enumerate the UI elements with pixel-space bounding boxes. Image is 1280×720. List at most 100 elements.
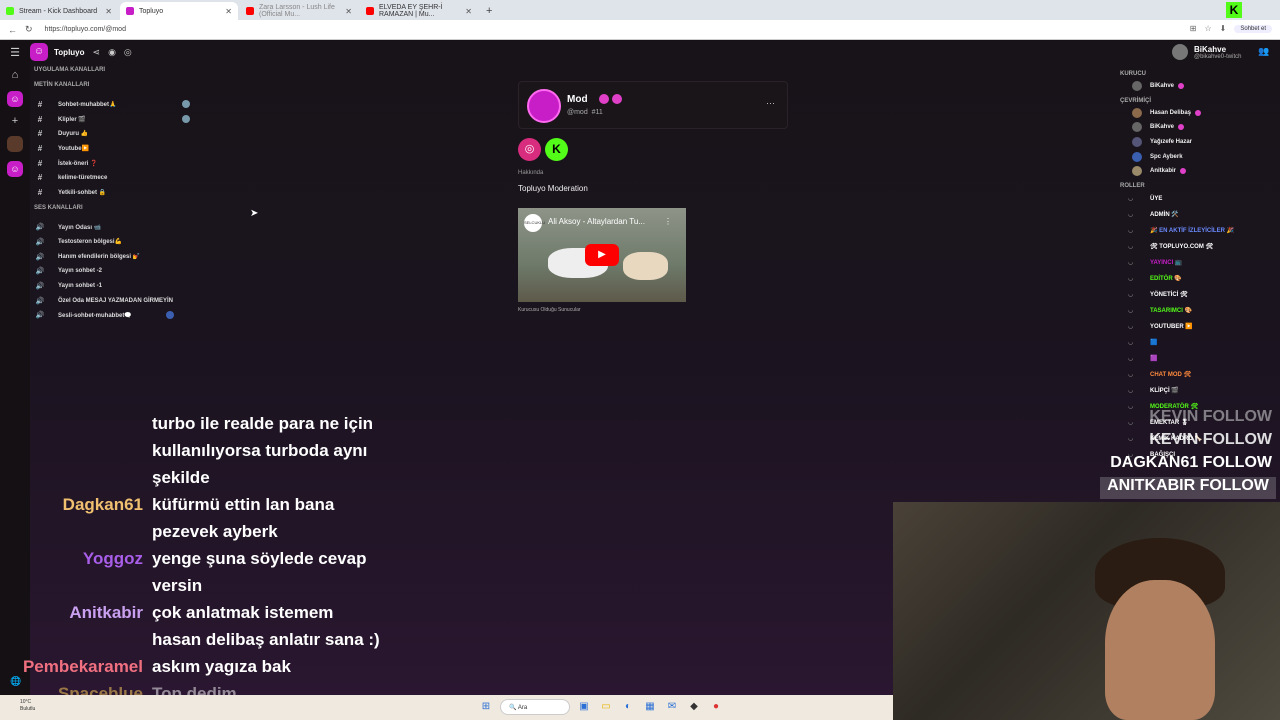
- avatar: [1132, 122, 1142, 133]
- current-user[interactable]: BiKahve @bikahve0-twitch: [1172, 41, 1241, 63]
- about-text: Topluyo Moderation: [518, 184, 588, 193]
- video-embed[interactable]: SELCUKLU Ali Aksoy - Altaylardan Tu... ⋮…: [518, 208, 686, 302]
- settings-icon[interactable]: ◎: [124, 47, 132, 58]
- role-item[interactable]: ◡ CHAT MOD 🛠: [1120, 367, 1280, 383]
- role-item[interactable]: ◡ YAYINCI 📺: [1120, 255, 1280, 271]
- video-more-icon[interactable]: ⋮: [664, 217, 672, 226]
- taskbar-search[interactable]: 🔍 Ara: [500, 699, 570, 715]
- badge-icon: [1195, 109, 1202, 116]
- file-explorer-icon[interactable]: ▭: [598, 699, 614, 715]
- chat-message: hasan delibaş anlatır sana :): [0, 626, 420, 653]
- kick-logo-icon: K: [1226, 2, 1242, 18]
- role-item[interactable]: ◡ TASARIMCI 🎨: [1120, 303, 1280, 319]
- role-item[interactable]: ◡ ÜYE: [1120, 191, 1280, 207]
- voice-channel-item[interactable]: 🔊 Yayın sohbet -1: [30, 279, 190, 294]
- extensions-icon[interactable]: ⊞: [1190, 24, 1197, 33]
- widgets-icon[interactable]: ▣: [576, 699, 592, 715]
- mail-icon[interactable]: ✉: [664, 699, 680, 715]
- role-item[interactable]: ◡ 🛠 TOPLUYO.COM 🛠: [1120, 239, 1280, 255]
- voice-channel-item[interactable]: 🔊 Yayın Odası 📹: [30, 220, 190, 235]
- chat-username: [0, 464, 152, 491]
- server-icon[interactable]: ☺: [7, 161, 23, 177]
- member-item[interactable]: Anitkabir: [1120, 164, 1280, 179]
- close-tab-icon[interactable]: ✕: [465, 7, 472, 16]
- server-icon[interactable]: ☺: [7, 91, 23, 107]
- role-item[interactable]: ◡ YÖNETİCİ 🛠: [1120, 287, 1280, 303]
- shield-icon: ◡: [1128, 356, 1134, 363]
- edge-icon[interactable]: ◐: [620, 699, 636, 715]
- browser-tab-active[interactable]: Topluyo ✕: [120, 2, 238, 20]
- close-tab-icon[interactable]: ✕: [225, 7, 232, 16]
- role-item[interactable]: ◡ 🟦: [1120, 335, 1280, 351]
- reload-icon[interactable]: ↻: [25, 24, 33, 35]
- section-app-channels: UYGULAMA KANALLARI: [34, 67, 106, 73]
- text-channel-item[interactable]: # kelime-türetmece: [30, 170, 190, 185]
- play-button-icon[interactable]: ▶: [585, 244, 619, 266]
- text-channel-item[interactable]: # Youtube▶️: [30, 141, 190, 156]
- app-icon[interactable]: ●: [708, 699, 724, 715]
- follow-alert: KEVIN FOLLOW: [1149, 431, 1272, 448]
- text-channel-item[interactable]: # İstek-öneri ❓: [30, 156, 190, 171]
- download-icon[interactable]: ⬇: [1220, 24, 1227, 33]
- role-item[interactable]: ◡ 🟪: [1120, 351, 1280, 367]
- shield-icon: ◡: [1128, 276, 1134, 283]
- members-icon[interactable]: 👥: [1258, 46, 1269, 57]
- profile-name: Mod: [567, 94, 588, 105]
- member-item[interactable]: BiKahve: [1120, 79, 1280, 94]
- back-icon[interactable]: ←: [8, 25, 17, 35]
- member-item[interactable]: Spc Ayberk: [1120, 149, 1280, 164]
- new-tab-icon[interactable]: +: [486, 2, 492, 20]
- kick-icon[interactable]: K: [545, 138, 568, 161]
- voice-channel-item[interactable]: 🔊 Hanım efendilerin bölgesi 💅: [30, 249, 190, 264]
- text-channel-item[interactable]: # Klipler 🎬: [30, 112, 190, 127]
- chat-text: yenge şuna söylede cevap: [152, 549, 367, 568]
- close-tab-icon[interactable]: ✕: [345, 7, 352, 16]
- more-options-icon[interactable]: ···: [766, 98, 775, 108]
- close-tab-icon[interactable]: ✕: [105, 7, 112, 16]
- home-icon[interactable]: ⌂: [7, 67, 23, 83]
- browser-tab[interactable]: Stream - Kick Dashboard ✕: [0, 2, 118, 20]
- role-item[interactable]: ◡ YOUTUBER ▶️: [1120, 319, 1280, 335]
- member-item[interactable]: Hasan Delibaş: [1120, 106, 1280, 121]
- server-avatar-icon[interactable]: [7, 136, 23, 152]
- hash-icon: #: [37, 99, 43, 109]
- role-item[interactable]: ◡ ADMİN 🛠️: [1120, 207, 1280, 223]
- text-channel-item[interactable]: # Duyuru 👍: [30, 126, 190, 141]
- store-icon[interactable]: ▦: [642, 699, 658, 715]
- text-channel-item[interactable]: # Sohbet-muhabbet🙏: [30, 97, 190, 112]
- role-item[interactable]: ◡ KLİPÇİ 🎬: [1120, 383, 1280, 399]
- favorite-star-icon[interactable]: ☆: [1204, 24, 1211, 33]
- menu-icon[interactable]: ☰: [7, 45, 23, 61]
- weather-widget[interactable]: 10°C Bulutlu: [20, 699, 35, 713]
- chat-message: Pembekaramel askım yagıza bak: [0, 653, 420, 680]
- chat-username: [0, 437, 152, 464]
- instagram-icon[interactable]: ◎: [518, 138, 541, 161]
- badge-icon: [1180, 168, 1187, 175]
- member-item[interactable]: BiKahve: [1120, 120, 1280, 135]
- role-item[interactable]: ◡ 🎉 EN AKTİF İZLEYİCİLER 🎉: [1120, 223, 1280, 239]
- chat-username: [0, 518, 152, 545]
- chat-bubble-icon[interactable]: ◉: [108, 47, 116, 58]
- url-field[interactable]: https://topluyo.com/@mod: [45, 26, 126, 33]
- address-bar: ← ↻ https://topluyo.com/@mod ⊞ ☆ ⬇ Sohbe…: [0, 20, 1280, 40]
- member-avatar: [182, 115, 190, 124]
- chat-button[interactable]: Sohbet et: [1234, 24, 1272, 33]
- app-icon[interactable]: ◆: [686, 699, 702, 715]
- voice-channel-item[interactable]: 🔊 Sesli-sohbet-muhabbet🗨️: [30, 308, 190, 323]
- browser-tab[interactable]: Zara Larsson - Lush Life (Official Mu...…: [240, 2, 358, 20]
- globe-icon[interactable]: 🌐: [10, 676, 21, 687]
- stream-chat-overlay: turbo ile realde para ne için kullanılıyo…: [0, 410, 420, 707]
- voice-channel-item[interactable]: 🔊 Testosteron bölgesi💪: [30, 235, 190, 250]
- add-server-icon[interactable]: +: [7, 113, 23, 129]
- windows-start-icon[interactable]: ⊞: [478, 699, 494, 715]
- browser-actions: ⊞ ☆ ⬇ Sohbet et: [1190, 24, 1272, 33]
- server-name[interactable]: Topluyo: [54, 48, 85, 57]
- role-item[interactable]: ◡ EDİTÖR 🎨: [1120, 271, 1280, 287]
- voice-channel-item[interactable]: 🔊 Yayın sohbet -2: [30, 264, 190, 279]
- browser-tab[interactable]: ELVEDA EY ŞEHR-İ RAMAZAN | Mu... ✕: [360, 2, 478, 20]
- member-item[interactable]: Yağızefe Hazar: [1120, 135, 1280, 150]
- voice-channel-item[interactable]: 🔊 Özel Oda MESAJ YAZMADAN GİRMEYİN: [30, 293, 190, 308]
- text-channel-item[interactable]: # Yetkili-sohbet 🔒: [30, 185, 190, 200]
- chat-text: askım yagıza bak: [152, 657, 291, 676]
- share-icon[interactable]: ⋖: [93, 47, 101, 58]
